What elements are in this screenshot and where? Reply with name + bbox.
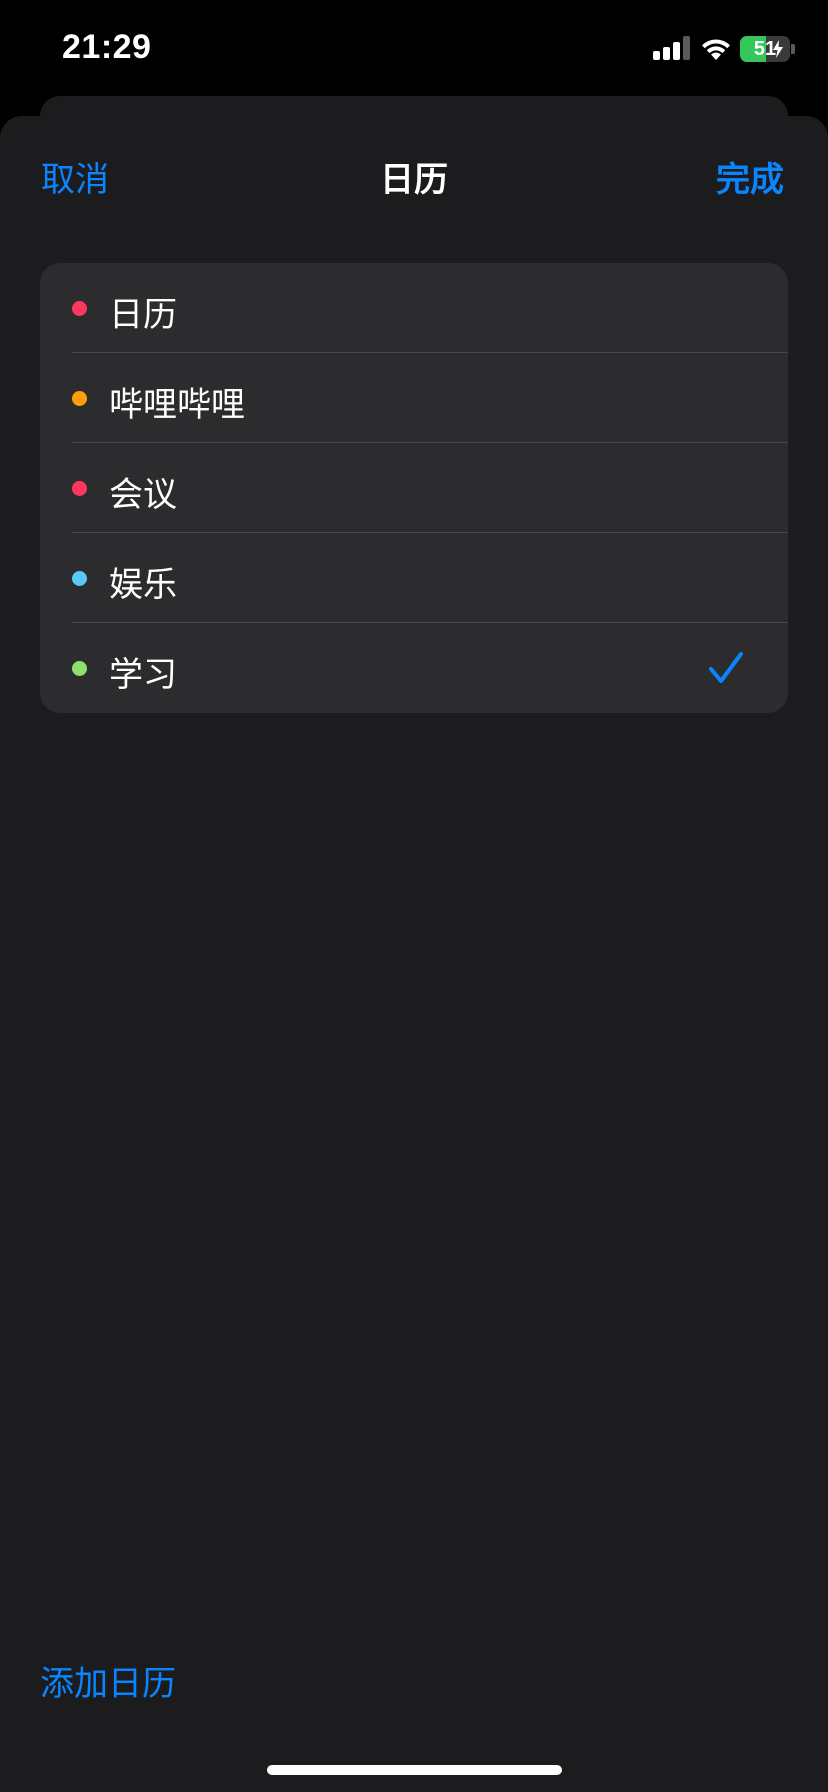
calendar-name: 日历 — [109, 295, 177, 335]
calendar-row-rili[interactable]: 日历 — [40, 263, 788, 353]
nav-bar: 取消 日历 完成 — [0, 116, 828, 228]
calendar-color-dot — [72, 301, 87, 316]
calendar-color-dot — [72, 481, 87, 496]
battery-cap — [791, 44, 795, 54]
calendar-name: 学习 — [109, 655, 177, 695]
calendar-name: 会议 — [109, 475, 177, 515]
calendar-color-dot — [72, 571, 87, 586]
calendar-name: 娱乐 — [109, 565, 177, 605]
calendar-row-study[interactable]: 学习 — [40, 623, 788, 713]
wifi-icon — [698, 34, 734, 62]
calendar-color-dot — [72, 391, 87, 406]
page-title: 日历 — [380, 160, 448, 200]
done-button[interactable]: 完成 — [716, 152, 784, 201]
checkmark-icon — [709, 652, 743, 683]
cellular-signal-icon — [653, 36, 691, 60]
status-time: 21:29 — [62, 28, 152, 66]
calendar-color-dot — [72, 661, 87, 676]
battery-charging-icon: 51 — [740, 36, 790, 62]
charging-bolt-icon — [773, 40, 783, 58]
calendar-picker-sheet: 取消 日历 完成 日历 哔哩哔哩 会议 娱乐 学习 添加日历 — [0, 116, 828, 1792]
calendar-row-entertainment[interactable]: 娱乐 — [40, 533, 788, 623]
calendar-name: 哔哩哔哩 — [109, 385, 245, 425]
calendar-row-meeting[interactable]: 会议 — [40, 443, 788, 533]
calendar-list: 日历 哔哩哔哩 会议 娱乐 学习 — [40, 263, 788, 713]
home-indicator[interactable] — [267, 1765, 562, 1775]
calendar-row-bilibili[interactable]: 哔哩哔哩 — [40, 353, 788, 443]
add-calendar-button[interactable]: 添加日历 — [40, 1656, 176, 1705]
status-bar: 21:29 51 — [0, 0, 828, 96]
